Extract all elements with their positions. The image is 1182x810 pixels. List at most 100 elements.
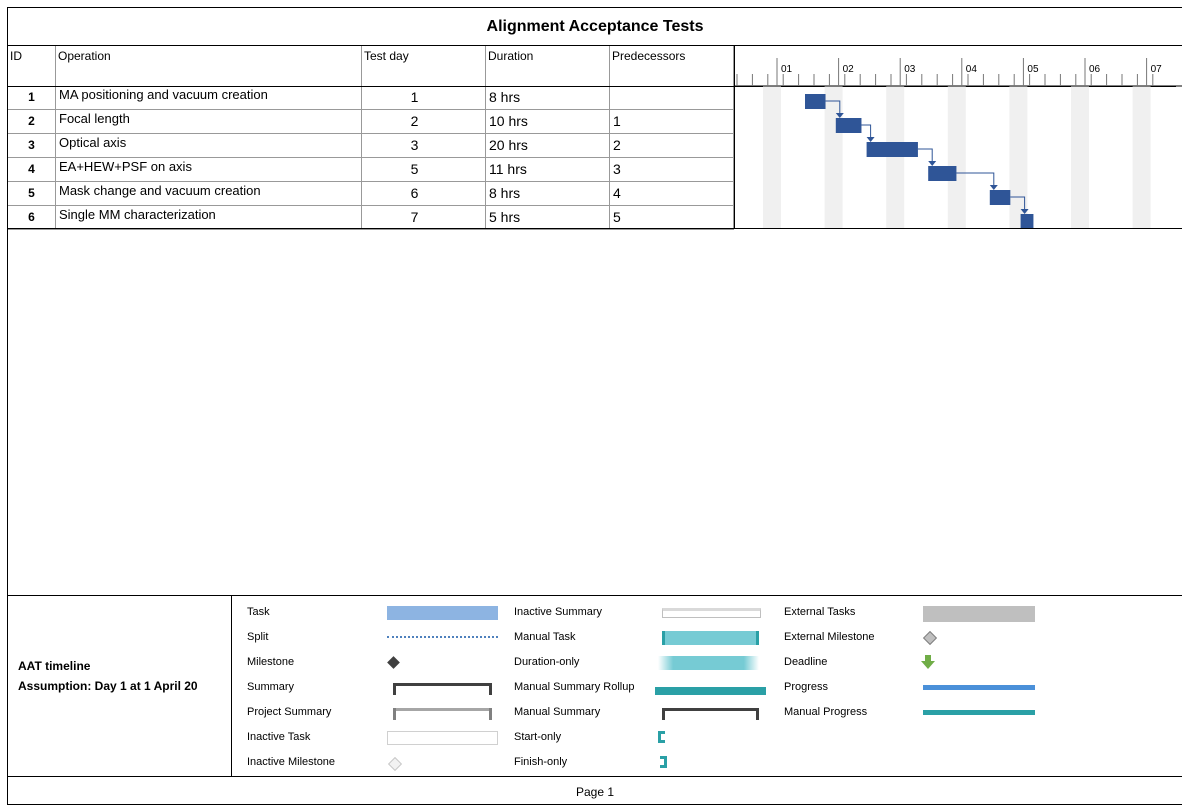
table-row[interactable]: 3 Optical axis 3 20 hrs 2 [8, 134, 734, 158]
summary-symbol [393, 683, 492, 686]
inactive-milestone-symbol [387, 756, 403, 772]
task-predecessors[interactable]: 4 [610, 182, 734, 205]
table-row[interactable]: 2 Focal length 2 10 hrs 1 [8, 110, 734, 134]
legend-label-manual-task: Manual Task [514, 631, 576, 643]
inactive-summary-symbol [662, 608, 761, 618]
manual-task-symbol [662, 631, 759, 645]
table-row[interactable]: 5 Mask change and vacuum creation 6 8 hr… [8, 182, 734, 206]
task-bar[interactable] [989, 190, 1011, 205]
task-id: 1 [8, 86, 56, 109]
task-bar[interactable] [835, 118, 862, 133]
task-test-day[interactable]: 3 [362, 134, 486, 157]
task-predecessors[interactable]: 2 [610, 134, 734, 157]
manual-summary-rollup-symbol [655, 687, 766, 695]
legend-label-duration-only: Duration-only [514, 656, 580, 668]
legend-label-milestone: Milestone [247, 656, 295, 668]
duration-only-symbol [658, 656, 759, 670]
task-test-day[interactable]: 7 [362, 206, 486, 229]
task-operation[interactable]: EA+HEW+PSF on axis [56, 158, 362, 181]
col-header-predecessors[interactable]: Predecessors [610, 46, 734, 86]
project-summary-symbol [393, 708, 492, 711]
task-test-day[interactable]: 6 [362, 182, 486, 205]
task-bar[interactable] [805, 94, 826, 109]
task-symbol [387, 606, 498, 620]
summary-left-cap [393, 683, 396, 695]
task-bar[interactable] [866, 142, 918, 157]
task-predecessors[interactable]: 1 [610, 110, 734, 133]
task-bar[interactable] [928, 166, 957, 181]
task-duration[interactable]: 10 hrs [486, 110, 610, 133]
task-duration[interactable]: 11 hrs [486, 158, 610, 181]
task-predecessors[interactable] [610, 86, 734, 109]
gantt-svg: 01 02 03 04 05 06 07 [735, 58, 1182, 229]
finish-only-symbol [660, 756, 667, 768]
task-operation[interactable]: Optical axis [56, 134, 362, 157]
legend-label-task: Task [247, 606, 270, 618]
legend-divider [231, 596, 232, 776]
legend-note-line2: Assumption: Day 1 at 1 April 20 [18, 679, 198, 693]
nonworking-band [1071, 86, 1089, 228]
deadline-icon [921, 655, 935, 669]
table-row[interactable]: 1 MA positioning and vacuum creation 1 8… [8, 86, 734, 110]
legend-panel: AAT timeline Assumption: Day 1 at 1 Apri… [8, 595, 1182, 777]
task-duration[interactable]: 8 hrs [486, 86, 610, 109]
page-footer: Page 1 [575, 785, 615, 799]
summary-right-cap [489, 683, 492, 695]
legend-label-project-summary: Project Summary [247, 706, 332, 718]
tick-label: 05 [1027, 64, 1039, 75]
legend-label-split: Split [247, 631, 269, 643]
task-operation[interactable]: Focal length [56, 110, 362, 133]
external-milestone-symbol [922, 630, 938, 646]
start-only-symbol [658, 731, 665, 743]
task-duration[interactable]: 5 hrs [486, 206, 610, 229]
col-header-operation[interactable]: Operation [56, 46, 362, 86]
table-row[interactable]: 4 EA+HEW+PSF on axis 5 11 hrs 3 [8, 158, 734, 182]
table-bottom-divider [8, 228, 735, 229]
dependency-arrow [866, 137, 875, 142]
col-header-id[interactable]: ID [8, 46, 56, 86]
tick-label: 01 [781, 64, 793, 75]
dependency-arrow [928, 161, 937, 166]
gantt-report-page: Alignment Acceptance Tests ID Operation … [7, 7, 1182, 805]
nonworking-band [886, 86, 905, 228]
legend-note-line1: AAT timeline [18, 659, 91, 673]
legend-label-start-only: Start-only [514, 731, 562, 743]
legend-label-inactive-task: Inactive Task [247, 731, 311, 743]
task-test-day[interactable]: 2 [362, 110, 486, 133]
manual-summary-left-cap [662, 708, 665, 720]
legend-label-finish-only: Finish-only [514, 756, 568, 768]
nonworking-band [763, 86, 781, 228]
manual-progress-symbol [923, 710, 1035, 715]
task-duration[interactable]: 20 hrs [486, 134, 610, 157]
legend-label-progress: Progress [784, 681, 829, 693]
task-test-day[interactable]: 1 [362, 86, 486, 109]
task-operation[interactable]: MA positioning and vacuum creation [56, 86, 362, 109]
tick-label: 04 [966, 64, 978, 75]
legend-label-inactive-milestone: Inactive Milestone [247, 756, 336, 768]
task-predecessors[interactable]: 3 [610, 158, 734, 181]
inactive-task-symbol [387, 731, 498, 745]
col-header-test-day[interactable]: Test day [362, 46, 486, 86]
external-tasks-symbol [923, 606, 1035, 622]
legend-label-deadline: Deadline [784, 656, 828, 668]
legend-label-summary: Summary [247, 681, 295, 693]
nonworking-band [947, 86, 966, 228]
gantt-chart: 01 02 03 04 05 06 07 [734, 46, 1182, 229]
task-test-day[interactable]: 5 [362, 158, 486, 181]
tick-label: 06 [1089, 64, 1101, 75]
nonworking-band [1132, 86, 1151, 228]
legend-label-external-milestone: External Milestone [784, 631, 875, 643]
table-row[interactable]: 6 Single MM characterization 7 5 hrs 5 [8, 206, 734, 230]
task-bar[interactable] [1020, 214, 1034, 229]
task-id: 4 [8, 158, 56, 181]
tick-label: 02 [843, 64, 855, 75]
task-operation[interactable]: Mask change and vacuum creation [56, 182, 362, 205]
legend-label-manual-summary: Manual Summary [514, 706, 601, 718]
legend-label-manual-summary-rollup: Manual Summary Rollup [514, 681, 635, 693]
project-summary-right-cap [489, 708, 492, 720]
task-predecessors[interactable]: 5 [610, 206, 734, 229]
dependency-link [917, 148, 933, 163]
col-header-duration[interactable]: Duration [486, 46, 610, 86]
task-operation[interactable]: Single MM characterization [56, 206, 362, 229]
task-duration[interactable]: 8 hrs [486, 182, 610, 205]
